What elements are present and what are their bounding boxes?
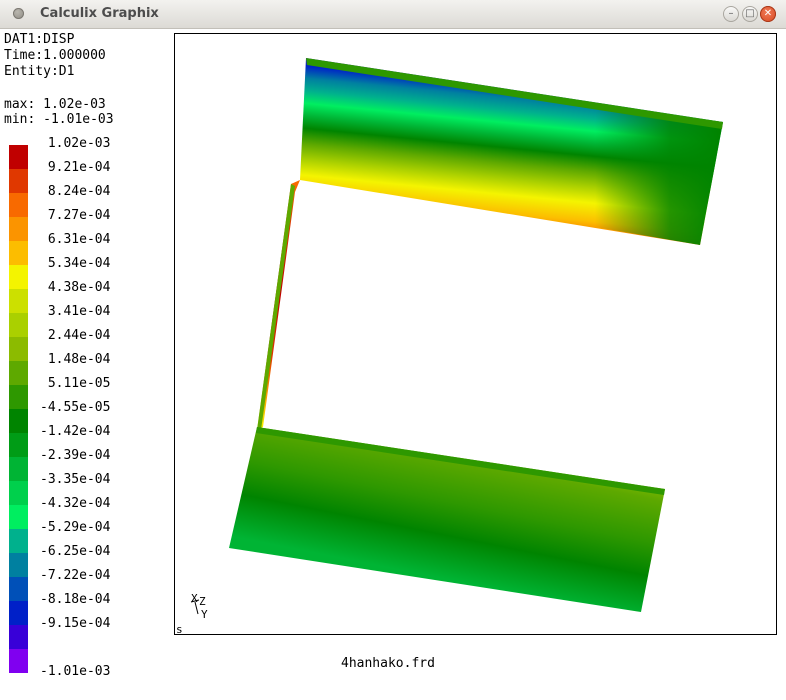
legend-label: 2.44e-04 — [40, 328, 111, 343]
legend-label: 7.27e-04 — [40, 208, 111, 223]
legend-label: -6.25e-04 — [40, 544, 111, 559]
legend-label: 6.31e-04 — [40, 232, 111, 247]
legend-label: 9.21e-04 — [40, 160, 111, 175]
legend-label: -1.01e-03 — [40, 664, 111, 679]
time-label: Time:1.000000 — [4, 48, 106, 63]
legend-swatch — [9, 361, 28, 385]
max-value-label: max: 1.02e-03 — [4, 97, 106, 112]
legend-label: 8.24e-04 — [40, 184, 111, 199]
legend-swatch — [9, 289, 28, 313]
legend-swatch — [9, 553, 28, 577]
close-button[interactable]: ✕ — [760, 6, 776, 22]
legend-swatch — [9, 145, 28, 169]
legend-swatch — [9, 241, 28, 265]
legend-swatch — [9, 577, 28, 601]
minimize-button[interactable]: – — [723, 6, 739, 22]
legend-label: -2.39e-04 — [40, 448, 111, 463]
graphics-viewport[interactable]: X Z Y s — [174, 33, 777, 636]
legend-label: 1.48e-04 — [40, 352, 111, 367]
legend-swatch — [9, 193, 28, 217]
dataset-label: DAT1:DISP — [4, 32, 75, 47]
legend-swatch — [9, 169, 28, 193]
filename-label: 4hanhako.frd — [341, 656, 435, 671]
legend-swatch — [9, 601, 28, 625]
legend-swatch — [9, 313, 28, 337]
legend-swatch — [9, 529, 28, 553]
legend-swatch — [9, 649, 28, 673]
legend-swatch — [9, 457, 28, 481]
legend-label: -1.42e-04 — [40, 424, 111, 439]
legend-label: -4.32e-04 — [40, 496, 111, 511]
legend-label: 4.38e-04 — [40, 280, 111, 295]
legend-label: -7.22e-04 — [40, 568, 111, 583]
axis-z-label: Z — [199, 595, 206, 608]
legend-swatch — [9, 337, 28, 361]
legend-label: 1.02e-03 — [40, 136, 111, 151]
legend-label: -5.29e-04 — [40, 520, 111, 535]
calculix-window: Calculix Graphix – □ ✕ DAT1:DISP Time:1.… — [0, 0, 786, 700]
legend-swatch — [9, 505, 28, 529]
legend-swatch — [9, 481, 28, 505]
axis-x-label: X — [191, 592, 198, 605]
legend-swatch — [9, 625, 28, 649]
maximize-button[interactable]: □ — [742, 6, 758, 22]
legend-label: -9.15e-04 — [40, 616, 111, 631]
window-title: Calculix Graphix — [40, 6, 159, 21]
legend-label: 5.11e-05 — [40, 376, 111, 391]
legend-label: 3.41e-04 — [40, 304, 111, 319]
axis-y-label: Y — [201, 608, 208, 621]
min-value-label: min: -1.01e-03 — [4, 112, 114, 127]
title-bar[interactable]: Calculix Graphix – □ ✕ — [0, 0, 786, 29]
entity-label: Entity:D1 — [4, 64, 75, 79]
legend-swatch — [9, 265, 28, 289]
model-view[interactable]: X Z Y s — [175, 34, 776, 636]
legend-label: -8.18e-04 — [40, 592, 111, 607]
legend-swatch — [9, 385, 28, 409]
axis-triad-icon — [190, 599, 200, 615]
lower-flange-mesh — [229, 427, 665, 612]
legend-label: -4.55e-05 — [40, 400, 111, 415]
web-edge — [257, 184, 295, 430]
legend-swatch — [9, 433, 28, 457]
legend-label: 5.34e-04 — [40, 256, 111, 271]
legend-label: -3.35e-04 — [40, 472, 111, 487]
corner-mark: s — [176, 623, 183, 634]
legend-swatch — [9, 409, 28, 433]
legend-swatch — [9, 217, 28, 241]
window-menu-icon[interactable] — [13, 8, 24, 19]
